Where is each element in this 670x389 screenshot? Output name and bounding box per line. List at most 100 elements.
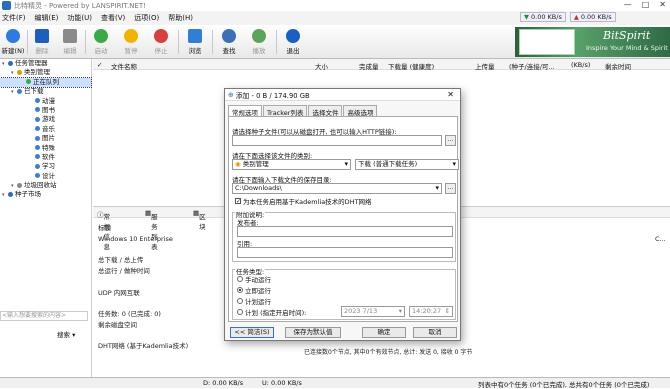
tab-blocks[interactable]: ▦ 区块 <box>193 209 206 231</box>
col-filename[interactable]: 文件名称 <box>111 61 137 71</box>
radio-scheduled[interactable]: 计划运行 <box>237 296 271 306</box>
calendar-icon: ▾ <box>398 307 402 315</box>
quote-input[interactable] <box>237 247 453 258</box>
tree-item-label: 垃圾回收站 <box>24 181 57 190</box>
cancel-button[interactable]: 取消 <box>413 327 457 338</box>
col-downloaded[interactable]: 下载量 (健康度) <box>388 61 434 71</box>
menu-options[interactable]: 远项(O) <box>134 13 159 23</box>
col-remaining[interactable]: 剩余时间 <box>605 61 631 71</box>
category-icon <box>17 88 22 94</box>
dialog-close-button[interactable]: ✕ <box>447 90 454 99</box>
app-icon <box>2 1 11 10</box>
publisher-input[interactable] <box>237 226 453 237</box>
tree-item-label: 任务管理器 <box>15 59 48 67</box>
ok-button[interactable]: 确定 <box>362 327 406 338</box>
tree-item[interactable]: 游戏 <box>0 115 91 124</box>
dialog-title-bar: ⊕ 添加 - 0 B / 174.90 GB ✕ <box>225 89 460 101</box>
tab-tracker-list[interactable]: Tracker列表 <box>263 105 308 117</box>
minimize-button[interactable]: — <box>624 0 632 9</box>
category-icon <box>35 126 40 132</box>
col-progress[interactable]: 完成量 <box>359 61 379 71</box>
pause-icon <box>124 29 138 43</box>
tab-general-info[interactable]: ⓘ 常规信息 <box>97 209 110 251</box>
info-dht-value: 已连接数0个节点, 其中0个有效节点, 总计: 发送 0, 接收 0 字节 <box>304 349 473 356</box>
tab-advanced-options[interactable]: 高级选项 <box>343 105 378 117</box>
edit-icon <box>63 29 77 43</box>
play-button[interactable]: 播放 <box>246 28 272 55</box>
search-button[interactable]: 搜索 ▾ <box>57 329 75 339</box>
col-speed[interactable]: (KB/s) <box>571 61 590 69</box>
col-seeds[interactable]: (种子/连接/可... <box>509 61 555 71</box>
category-select[interactable]: ◉ 类别管理 <box>232 159 351 170</box>
dht-checkbox[interactable]: ✓ 为本任务启用基于Kademlia技术的DHT网络 <box>235 196 372 206</box>
save-default-button[interactable]: 保存为默认值 <box>285 327 341 338</box>
new-button[interactable]: 新建(N) <box>0 28 26 55</box>
download-speed: ▼ 0.00 KB/s <box>520 12 566 22</box>
torrent-browse-button[interactable]: ... <box>445 135 456 146</box>
tree-item[interactable]: ▾ 已下载 <box>0 87 91 96</box>
tree-item[interactable]: 正在队列 <box>0 76 92 89</box>
info-disk-space: 剩余磁盘空间 <box>98 321 137 329</box>
tree-item[interactable]: 学习 <box>0 162 91 171</box>
new-icon <box>6 29 20 43</box>
stop-icon <box>154 29 168 43</box>
menu-file[interactable]: 文件(F) <box>2 13 26 23</box>
menu-edit[interactable]: 编辑(E) <box>35 13 59 23</box>
search-input[interactable]: <输入想要搜索的内容> <box>0 311 88 321</box>
info-title: 标题 <box>98 224 111 232</box>
tree-item[interactable]: 设计 <box>0 172 91 181</box>
date-picker[interactable]: 2023 7/13 ▾ <box>341 306 405 317</box>
browse-button[interactable]: 浏览 <box>182 28 208 55</box>
category-icon <box>26 79 31 85</box>
tree-item[interactable]: 图书 <box>0 106 91 115</box>
tree-item[interactable]: 音乐 <box>0 125 91 134</box>
col-uploaded[interactable]: 上传量 <box>475 61 495 71</box>
tree-item-label: 游戏 <box>42 115 55 124</box>
maximize-button[interactable]: □ <box>642 0 650 9</box>
radio-run-now[interactable]: 立即运行 <box>237 285 271 295</box>
tree-item[interactable]: ▾ 种子市场 <box>0 190 91 199</box>
tree-item[interactable]: 图片 <box>0 134 91 143</box>
time-picker[interactable]: 14:20:27 ⇕ <box>409 306 453 317</box>
menu-function[interactable]: 功能(U) <box>67 13 92 23</box>
tree-item-label: 音乐 <box>42 124 55 133</box>
menu-view[interactable]: 查看(V) <box>101 13 125 23</box>
start-button[interactable]: 启动 <box>88 28 114 55</box>
tree-item[interactable]: ▾ 类别管理 <box>0 68 91 77</box>
delete-button[interactable]: 删除 <box>29 28 55 55</box>
task-list-header: ✓ 文件名称 大小 完成量 下载量 (健康度) 上传量 (种子/连接/可... … <box>93 59 670 71</box>
find-button[interactable]: 查找 <box>216 28 242 55</box>
brand-name: BitSpirit <box>603 29 651 42</box>
radio-timed[interactable]: 计划 (指定开启时间): <box>237 307 306 317</box>
tree-item[interactable]: 软件 <box>0 153 91 162</box>
category-icon <box>35 145 40 151</box>
tree-item[interactable]: ▾ 任务管理器 <box>0 59 91 68</box>
edit-button[interactable]: 编辑 <box>57 28 83 55</box>
exit-button[interactable]: 退出 <box>280 28 306 55</box>
start-icon <box>94 29 108 43</box>
pause-button[interactable]: 暂停 <box>118 28 144 55</box>
radio-manual[interactable]: 手动运行 <box>237 274 271 284</box>
delete-icon <box>35 29 49 43</box>
stop-button[interactable]: 停止 <box>148 28 174 55</box>
menu-help[interactable]: 帮助(H) <box>168 13 193 23</box>
tree-item[interactable]: 特殊 <box>0 144 91 153</box>
savepath-input[interactable]: C:\Downloads\ <box>232 183 442 194</box>
tree-item-label: 种子市场 <box>15 190 41 199</box>
category-icon <box>35 163 40 169</box>
tree-item[interactable]: 动漫 <box>0 97 91 106</box>
torrent-input[interactable] <box>232 135 442 146</box>
tab-service-list[interactable]: ▦ 服务列表 <box>145 209 158 251</box>
play-icon <box>252 29 266 43</box>
category-icon <box>35 154 40 160</box>
mode-select[interactable]: 下载 (普通下载任务) <box>355 159 459 170</box>
tab-select-files[interactable]: 选择文件 <box>308 105 343 117</box>
col-size[interactable]: 大小 <box>315 61 328 71</box>
category-tree: ▾ 任务管理器 ▾ 类别管理 正在队列 ▾ 已下载 动漫 图书 游戏 音乐 图片 特殊 软件 学习 设计 ▾ 垃圾… <box>0 59 92 200</box>
simple-mode-button[interactable]: << 简洁(S) <box>230 327 274 338</box>
close-button[interactable]: ✕ <box>659 0 666 9</box>
add-task-dialog: ⊕ 添加 - 0 B / 174.90 GB ✕ 常规选项 Tracker列表 … <box>224 88 461 341</box>
tree-item[interactable]: ▾ 垃圾回收站 <box>0 181 91 190</box>
category-icon <box>17 69 22 75</box>
savepath-browse-button[interactable]: ... <box>445 183 456 194</box>
